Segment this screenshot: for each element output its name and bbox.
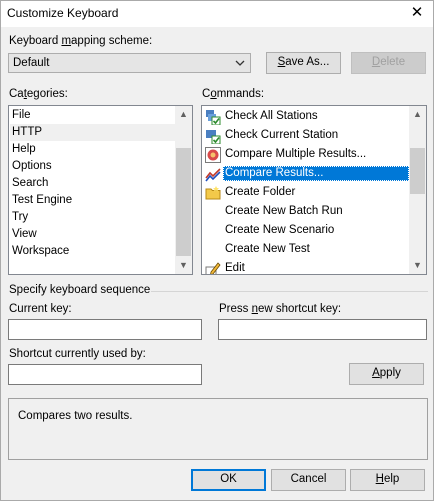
commands-label: Commands: <box>202 88 265 100</box>
command-description: Compares two results. <box>8 398 428 460</box>
command-item-create-new-test[interactable]: Create New Test <box>203 240 408 259</box>
category-item-help[interactable]: Help <box>12 141 36 158</box>
scrollbar-thumb[interactable] <box>410 148 425 194</box>
category-item-search[interactable]: Search <box>12 175 48 192</box>
dialog-title: Customize Keyboard <box>7 6 119 20</box>
used-by-label: Shortcut currently used by: <box>9 348 146 360</box>
scroll-down-icon[interactable]: ▼ <box>175 257 192 274</box>
apply-button[interactable]: Apply <box>349 363 424 385</box>
station-check-icon <box>206 130 221 144</box>
new-shortcut-input[interactable] <box>218 319 427 340</box>
category-item-try[interactable]: Try <box>12 209 28 226</box>
category-item-file[interactable]: File <box>12 107 31 124</box>
category-item-test-engine[interactable]: Test Engine <box>12 192 72 209</box>
current-key-field[interactable] <box>8 319 202 340</box>
categories-label: Categories: <box>9 88 68 100</box>
compare-multiple-icon <box>205 147 221 163</box>
scrollbar-thumb[interactable] <box>176 148 191 256</box>
command-item-check-all-stations[interactable]: Check All Stations <box>203 107 408 126</box>
command-item-check-current-station[interactable]: Check Current Station <box>203 126 408 145</box>
command-item-compare-results[interactable]: Compare Results... <box>203 164 409 183</box>
edit-icon <box>205 262 221 274</box>
commands-list[interactable]: Check All Stations Check Current Station… <box>201 105 427 275</box>
ok-button[interactable]: OK <box>191 469 266 491</box>
used-by-field[interactable] <box>8 364 202 385</box>
new-shortcut-label: Press new shortcut key: <box>219 303 342 315</box>
category-item-http[interactable]: HTTP <box>12 124 42 141</box>
help-button[interactable]: Help <box>350 469 425 491</box>
customize-keyboard-dialog: Customize Keyboard ✕ Keyboard mapping sc… <box>0 0 434 501</box>
close-icon[interactable]: ✕ <box>409 5 425 21</box>
mapping-scheme-label: Keyboard mapping scheme: <box>9 35 153 47</box>
commands-scrollbar[interactable]: ▲ ▼ <box>409 106 426 274</box>
delete-button[interactable]: Delete <box>351 52 426 74</box>
cancel-button[interactable]: Cancel <box>271 469 346 491</box>
scroll-down-icon[interactable]: ▼ <box>409 257 426 274</box>
categories-list[interactable]: File HTTP Help Options Search Test Engin… <box>8 105 193 275</box>
title-bar: Customize Keyboard ✕ <box>1 1 433 27</box>
command-item-create-new-batch-run[interactable]: Create New Batch Run <box>203 202 408 221</box>
command-item-compare-multiple-results[interactable]: Compare Multiple Results... <box>203 145 408 164</box>
category-item-workspace[interactable]: Workspace <box>12 243 69 260</box>
scroll-up-icon[interactable]: ▲ <box>409 106 426 123</box>
current-key-label: Current key: <box>9 303 72 315</box>
save-as-button[interactable]: Save As... <box>266 52 341 74</box>
stations-check-icon <box>206 110 221 125</box>
category-item-view[interactable]: View <box>12 226 37 243</box>
keyboard-sequence-heading: Specify keyboard sequence <box>9 284 151 296</box>
command-item-edit[interactable]: Edit <box>203 259 408 274</box>
scroll-up-icon[interactable]: ▲ <box>175 106 192 123</box>
mapping-scheme-select[interactable]: Default <box>8 53 251 73</box>
chevron-down-icon <box>235 60 245 66</box>
categories-scrollbar[interactable]: ▲ ▼ <box>175 106 192 274</box>
section-divider <box>151 291 428 292</box>
category-item-options[interactable]: Options <box>12 158 52 175</box>
mapping-scheme-value: Default <box>13 57 50 69</box>
folder-icon <box>205 186 221 200</box>
command-item-create-new-scenario[interactable]: Create New Scenario <box>203 221 408 240</box>
compare-results-icon <box>205 168 221 182</box>
command-item-create-folder[interactable]: Create Folder <box>203 183 408 202</box>
